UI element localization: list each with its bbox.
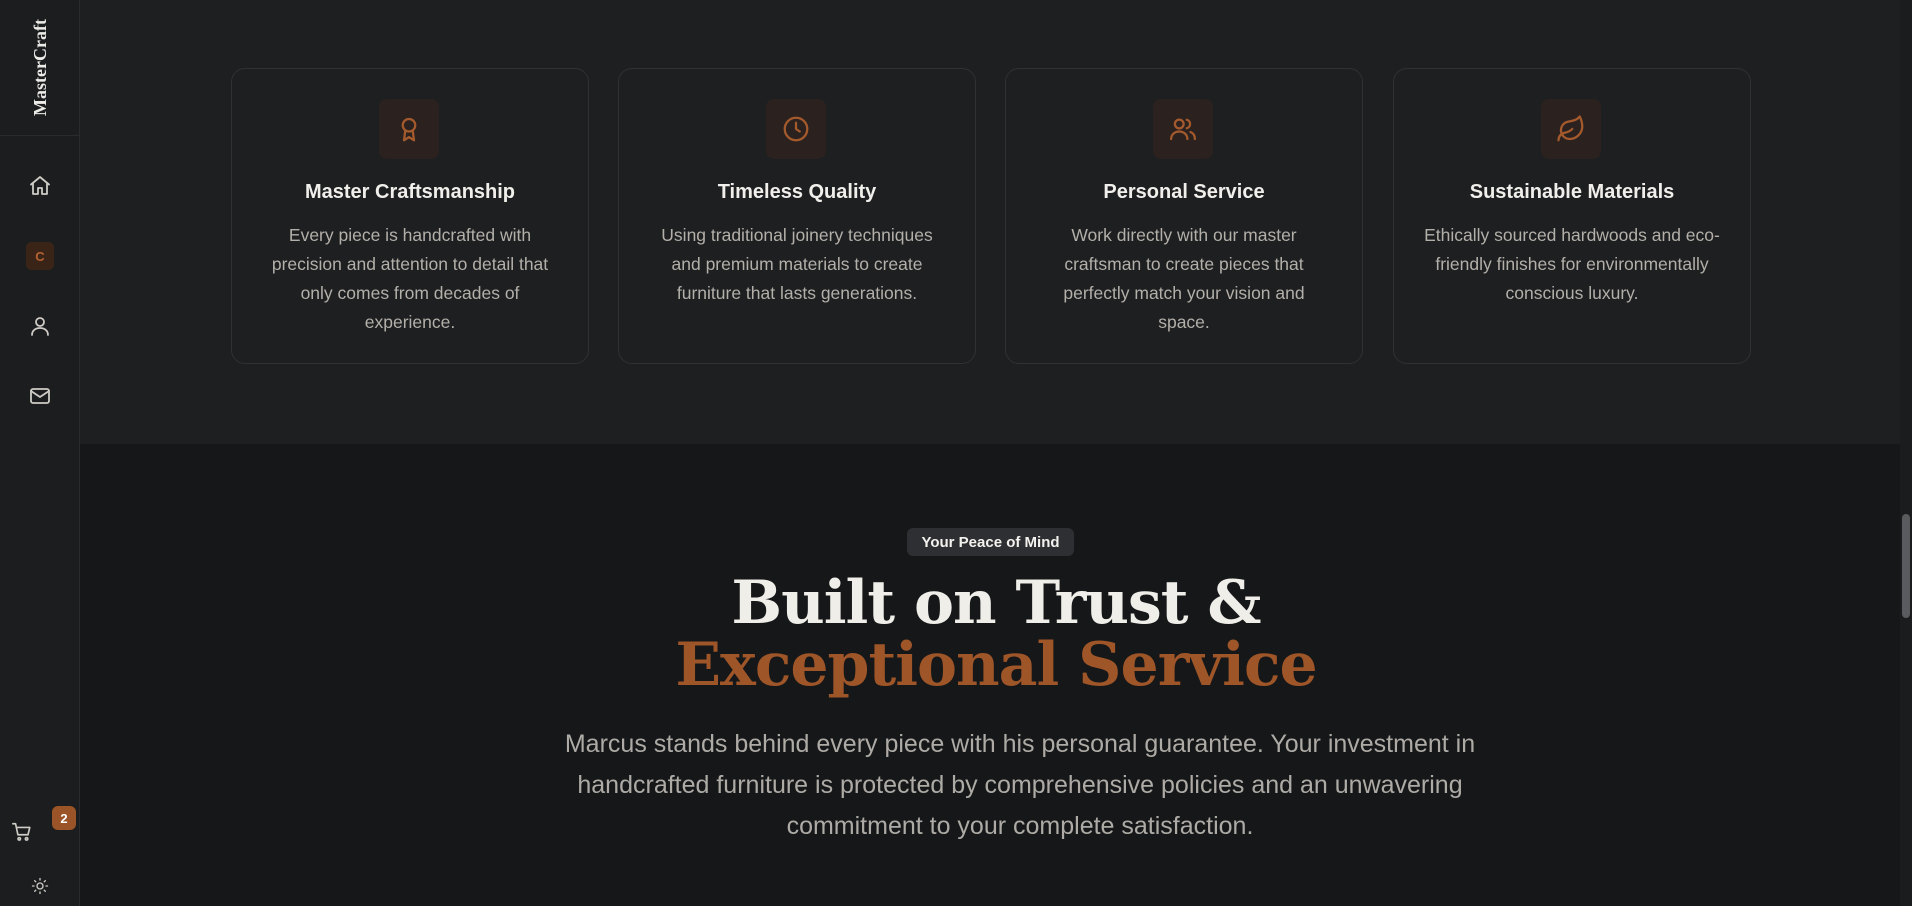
nav-contact[interactable]	[20, 376, 60, 416]
headline-line-2-accent: Exceptional Service	[675, 630, 1317, 700]
cart-button[interactable]	[6, 816, 38, 848]
feature-title: Sustainable Materials	[1469, 181, 1675, 203]
home-icon	[30, 176, 50, 195]
section-lead-text: Marcus stands behind every piece with hi…	[564, 730, 1476, 840]
nav-home[interactable]	[20, 166, 60, 206]
feature-icon-wrap	[1541, 99, 1601, 159]
feature-title: Master Craftsmanship	[304, 181, 516, 203]
feature-icon-wrap	[766, 99, 826, 159]
feature-title: Personal Service	[1103, 181, 1265, 203]
feature-description: Every piece is handcrafted with precisio…	[271, 225, 549, 332]
headline-line-1: Built on Trust &	[731, 568, 1261, 638]
feature-icon-wrap	[379, 99, 439, 159]
cart-icon	[12, 822, 31, 841]
feature-card: Timeless Quality Using traditional joine…	[618, 68, 976, 364]
feature-card: Master Craftsmanship Every piece is hand…	[231, 68, 589, 364]
section-headline: Built on Trust & Exceptional Service	[80, 572, 1912, 696]
brand[interactable]: MasterCraft	[0, 0, 80, 136]
theme-toggle-button[interactable]	[26, 872, 54, 900]
page-scrollbar[interactable]	[1900, 0, 1912, 906]
clock-icon	[783, 116, 809, 142]
leaf-icon	[1557, 115, 1584, 142]
nav-craftsman[interactable]: C	[20, 236, 60, 276]
feature-card: Sustainable Materials Ethically sourced …	[1393, 68, 1751, 364]
feature-icon-wrap	[1153, 99, 1213, 159]
feature-description: Using traditional joinery techniques and…	[661, 225, 933, 303]
feature-card: Personal Service Work directly with our …	[1005, 68, 1363, 364]
scrollbar-thumb[interactable]	[1902, 514, 1910, 618]
craftsman-icon: C	[26, 242, 54, 270]
features-section: Master Craftsmanship Every piece is hand…	[80, 0, 1912, 444]
feature-title: Timeless Quality	[717, 181, 877, 203]
user-icon	[31, 317, 49, 336]
nav-profile[interactable]	[20, 306, 60, 346]
cart-count-badge: 2	[52, 806, 76, 830]
feature-description: Work directly with our master craftsman …	[1063, 225, 1305, 332]
award-icon	[401, 117, 417, 142]
mail-icon	[30, 388, 50, 404]
section-badge: Your Peace of Mind	[907, 528, 1074, 556]
users-icon	[1170, 118, 1196, 141]
brand-logo: MasterCraft	[29, 19, 50, 116]
sidebar: MasterCraft C 2	[0, 0, 80, 906]
sun-icon	[31, 877, 49, 895]
feature-description: Ethically sourced hardwoods and eco-frie…	[1424, 225, 1720, 303]
trust-section: Your Peace of Mind Built on Trust & Exce…	[80, 444, 1912, 906]
